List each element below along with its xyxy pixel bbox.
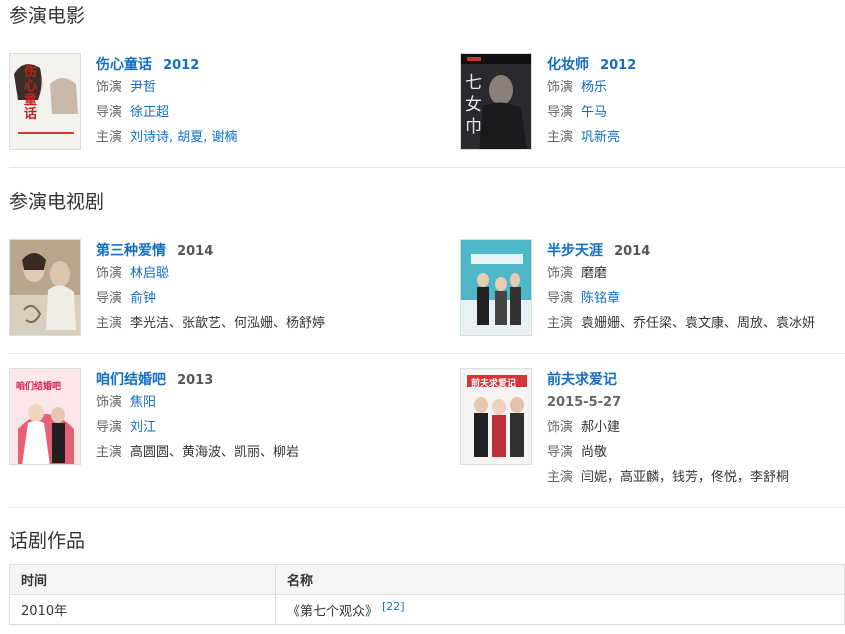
director-link[interactable]: 徐正超 [130, 105, 169, 120]
cast-label: 主演 [547, 470, 574, 485]
column-header-time: 时间 [9, 564, 276, 595]
poster-image[interactable] [460, 239, 532, 336]
tv-title-link[interactable]: 第三种爱情 [96, 243, 166, 259]
plays-table: 时间 名称 2010年 《第七个观众》 [22] [9, 564, 845, 625]
divider [9, 167, 845, 168]
role-label: 饰演 [547, 80, 574, 95]
poster-title-text: 咱们结婚吧 [16, 382, 62, 392]
director-link[interactable]: 陈铭章 [581, 291, 620, 306]
film-title-link[interactable]: 化妆师 [547, 57, 589, 73]
cast-text: 李光洁、张歆艺、何泓姗、杨舒婷 [130, 316, 326, 331]
poster-image[interactable]: 七女巾 [460, 53, 532, 150]
cast-label: 主演 [547, 130, 574, 145]
section-title-plays: 话剧作品 [9, 530, 86, 552]
cell-time: 2010年 [9, 594, 276, 625]
poster-image[interactable]: 前夫求爱记 [460, 368, 532, 465]
reference-link[interactable]: [22] [382, 600, 405, 613]
director-text: 尚敬 [581, 445, 608, 460]
cast-label: 主演 [96, 316, 123, 331]
poster-title-text: 七女巾 [465, 73, 482, 137]
director-label: 导演 [96, 420, 123, 435]
tv-date: 2015-5-27 [547, 395, 622, 410]
director-label: 导演 [96, 105, 123, 120]
director-label: 导演 [96, 291, 123, 306]
director-label: 导演 [547, 445, 574, 460]
cast-label: 主演 [96, 130, 123, 145]
cast-label: 主演 [96, 445, 123, 460]
divider [9, 507, 845, 508]
role-link[interactable]: 林启聪 [130, 266, 169, 281]
role-text: 磨磨 [581, 266, 608, 281]
role-link[interactable]: 焦阳 [130, 395, 156, 410]
role-label: 饰演 [96, 80, 123, 95]
cell-name: 《第七个观众》 [22] [275, 594, 845, 625]
poster-title-text: 伤心童话 [24, 65, 38, 122]
role-link[interactable]: 尹哲 [130, 80, 156, 95]
tv-title-link[interactable]: 咱们结婚吧 [96, 372, 166, 388]
role-label: 饰演 [547, 420, 574, 435]
film-year: 2012 [163, 58, 200, 73]
section-title-films: 参演电影 [9, 5, 86, 27]
table-header-row: 时间 名称 [9, 564, 845, 595]
director-link[interactable]: 刘江 [130, 420, 156, 435]
tv-year: 2013 [177, 373, 214, 388]
film-year: 2012 [600, 58, 637, 73]
section-title-tv: 参演电视剧 [9, 191, 105, 213]
column-header-name: 名称 [275, 564, 845, 595]
role-label: 饰演 [96, 266, 123, 281]
cast-text: 高圆圆、黄海波、凯丽、柳岩 [130, 445, 300, 460]
film-title-link[interactable]: 伤心童话 [96, 57, 152, 73]
cast-text: 袁姗姗、乔任梁、袁文康、周放、袁冰妍 [581, 316, 816, 331]
tv-title-link[interactable]: 半步天涯 [547, 243, 603, 259]
cast-text: 闫妮，高亚麟，钱芳，佟悦，李舒桐 [581, 470, 790, 485]
role-text: 郝小建 [581, 420, 621, 435]
cast-links[interactable]: 刘诗诗, 胡夏, 谢楠 [130, 130, 238, 145]
divider [9, 353, 845, 354]
poster-image[interactable]: 伤心童话 [9, 53, 81, 150]
role-label: 饰演 [96, 395, 123, 410]
poster-image[interactable]: 咱们结婚吧 [9, 368, 81, 465]
director-link[interactable]: 午马 [581, 105, 607, 120]
tv-year: 2014 [614, 244, 651, 259]
director-label: 导演 [547, 291, 574, 306]
tv-title-link[interactable]: 前夫求爱记 [547, 372, 617, 388]
play-name: 《第七个观众》 [287, 604, 379, 620]
cast-links[interactable]: 巩新亮 [581, 130, 620, 145]
poster-image[interactable] [9, 239, 81, 336]
tv-year: 2014 [177, 244, 214, 259]
cast-label: 主演 [547, 316, 574, 331]
director-label: 导演 [547, 105, 574, 120]
director-link[interactable]: 俞钟 [130, 291, 156, 306]
poster-title-text: 前夫求爱记 [471, 379, 517, 389]
role-link[interactable]: 杨乐 [581, 80, 607, 95]
role-label: 饰演 [547, 266, 574, 281]
table-row: 2010年 《第七个观众》 [22] [9, 594, 845, 625]
